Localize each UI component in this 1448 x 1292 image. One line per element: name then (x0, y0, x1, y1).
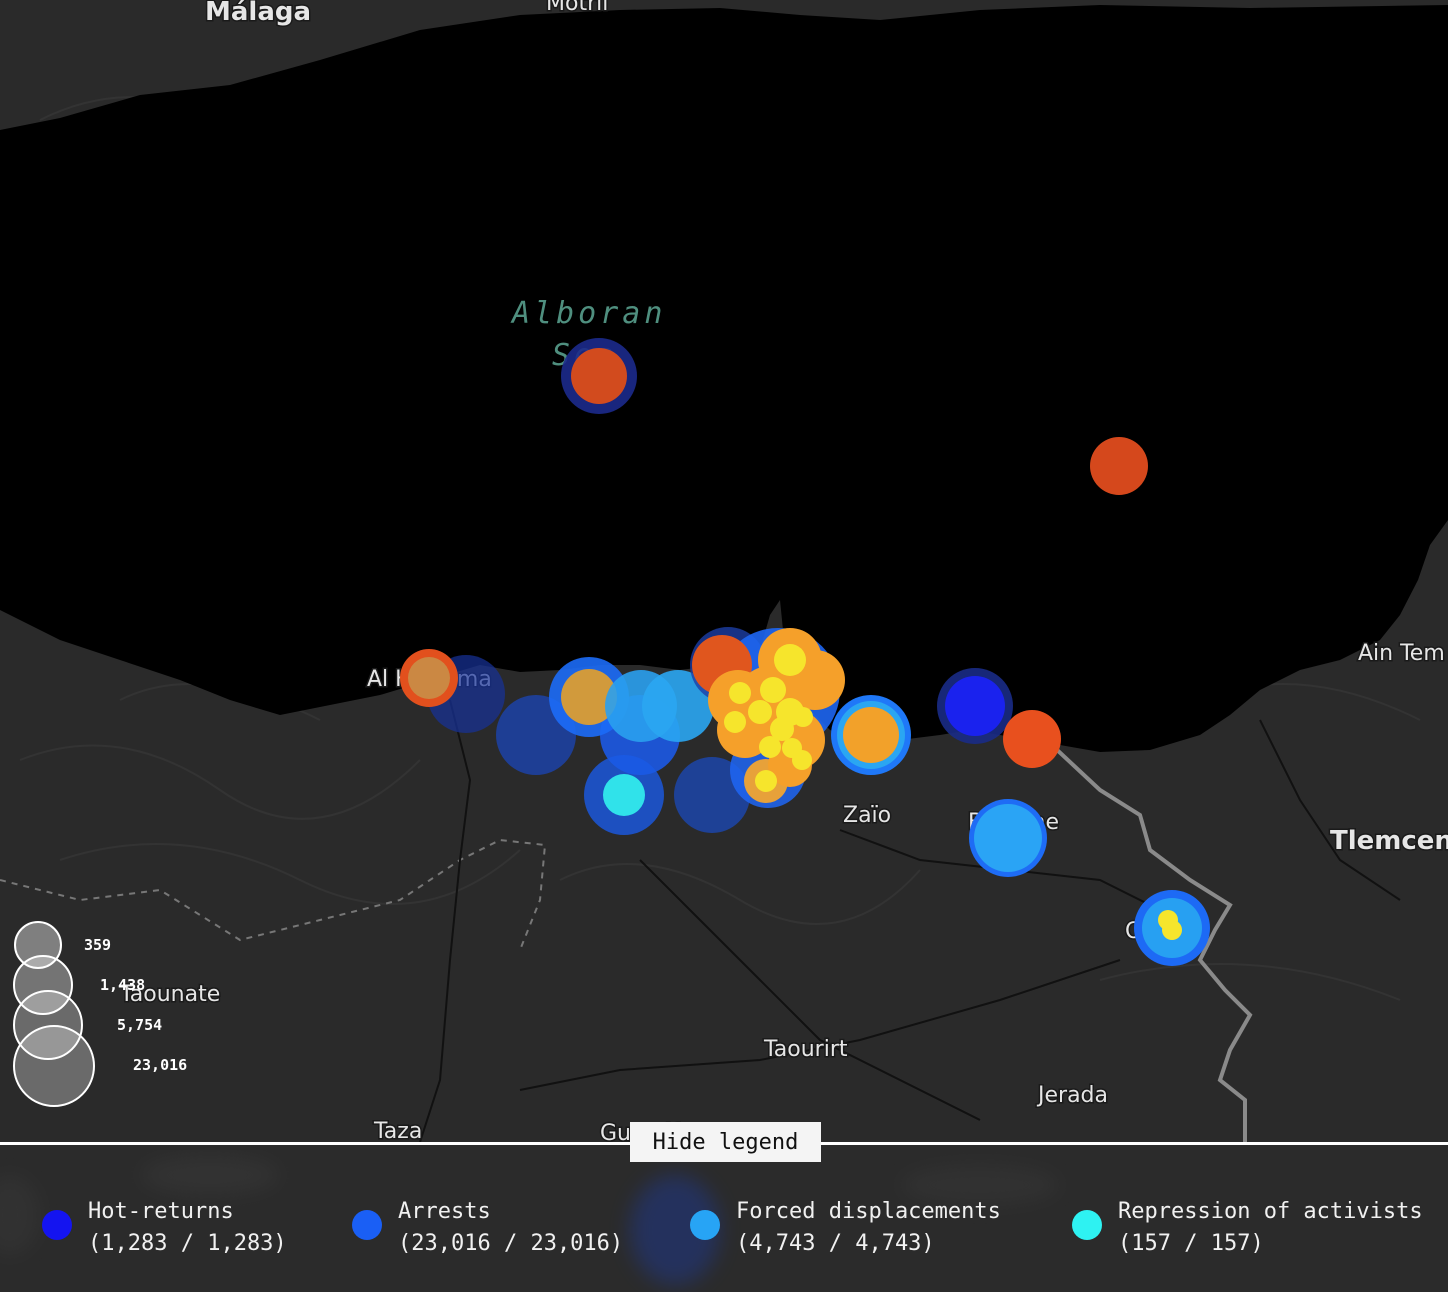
legend-text: Arrests (23,016 / 23,016) (398, 1196, 623, 1260)
place-label-zaio: Zaïo (843, 803, 891, 828)
scale-circle-4 (13, 1025, 95, 1107)
legend-count: (1,283 / 1,283) (88, 1231, 287, 1256)
legend-text: Forced displacements (4,743 / 4,743) (736, 1196, 1001, 1260)
marker-yellow[interactable] (1162, 920, 1182, 940)
marker-yellow[interactable] (729, 682, 751, 704)
legend-dot-repression-of-activists (1072, 1210, 1102, 1240)
marker-orange[interactable] (843, 707, 899, 763)
legend-item-arrests[interactable]: Arrests (23,016 / 23,016) (352, 1196, 623, 1260)
place-label-motril: Motril (546, 0, 608, 16)
legend-dot-arrests (352, 1210, 382, 1240)
marker-repression[interactable] (603, 774, 645, 816)
legend-label: Hot-returns (88, 1199, 234, 1224)
place-label-tlemcen: Tlemcen (1330, 826, 1448, 856)
hide-legend-button[interactable]: Hide legend (630, 1122, 821, 1162)
place-label-ain-tem: Ain Tem (1358, 641, 1445, 666)
place-label-taourirt: Taourirt (763, 1037, 848, 1062)
place-label-jerada: Jerada (1036, 1083, 1108, 1108)
marker-forced-displacement[interactable] (974, 804, 1042, 872)
map[interactable]: Málaga Motril Al Hoceima Ain Tem Zaïo Be… (0, 0, 1448, 1142)
place-label-taza: Taza (373, 1119, 422, 1142)
scale-label-1: 359 (84, 936, 111, 954)
marker-yellow[interactable] (724, 711, 746, 733)
scale-label-3: 5,754 (117, 1016, 162, 1034)
legend-text: Repression of activists (157 / 157) (1118, 1196, 1423, 1260)
marker-orange[interactable] (408, 657, 450, 699)
legend-count: (23,016 / 23,016) (398, 1231, 624, 1256)
place-label-malaga: Málaga (205, 0, 311, 27)
legend-label: Forced displacements (736, 1199, 1001, 1224)
legend-count: (157 / 157) (1118, 1231, 1264, 1256)
marker-yellow[interactable] (793, 707, 813, 727)
marker-yellow[interactable] (760, 677, 786, 703)
legend-dot-hot-returns (42, 1210, 72, 1240)
marker-interceptions[interactable] (1003, 710, 1061, 768)
legend-label: Arrests (398, 1199, 491, 1224)
legend-item-forced-displacements[interactable]: Forced displacements (4,743 / 4,743) (690, 1196, 1001, 1260)
legend-count: (4,743 / 4,743) (736, 1231, 935, 1256)
marker-yellow[interactable] (755, 770, 777, 792)
legend-item-repression-of-activists[interactable]: Repression of activists (157 / 157) (1072, 1196, 1423, 1260)
marker-yellow[interactable] (759, 736, 781, 758)
sea-label-line-1: Alboran (510, 296, 666, 331)
legend-dot-forced-displacements (690, 1210, 720, 1240)
marker-interceptions[interactable] (1090, 437, 1148, 495)
scale-label-2: 1,438 (100, 976, 145, 994)
scale-label-4: 23,016 (133, 1056, 187, 1074)
legend-label: Repression of activists (1118, 1199, 1423, 1224)
legend-text: Hot-returns (1,283 / 1,283) (88, 1196, 287, 1260)
marker-interceptions[interactable] (571, 348, 627, 404)
marker-yellow[interactable] (748, 700, 772, 724)
marker-yellow[interactable] (774, 644, 806, 676)
legend-item-hot-returns[interactable]: Hot-returns (1,283 / 1,283) (42, 1196, 287, 1260)
marker-hot-returns[interactable] (945, 676, 1005, 736)
marker-yellow[interactable] (792, 750, 812, 770)
